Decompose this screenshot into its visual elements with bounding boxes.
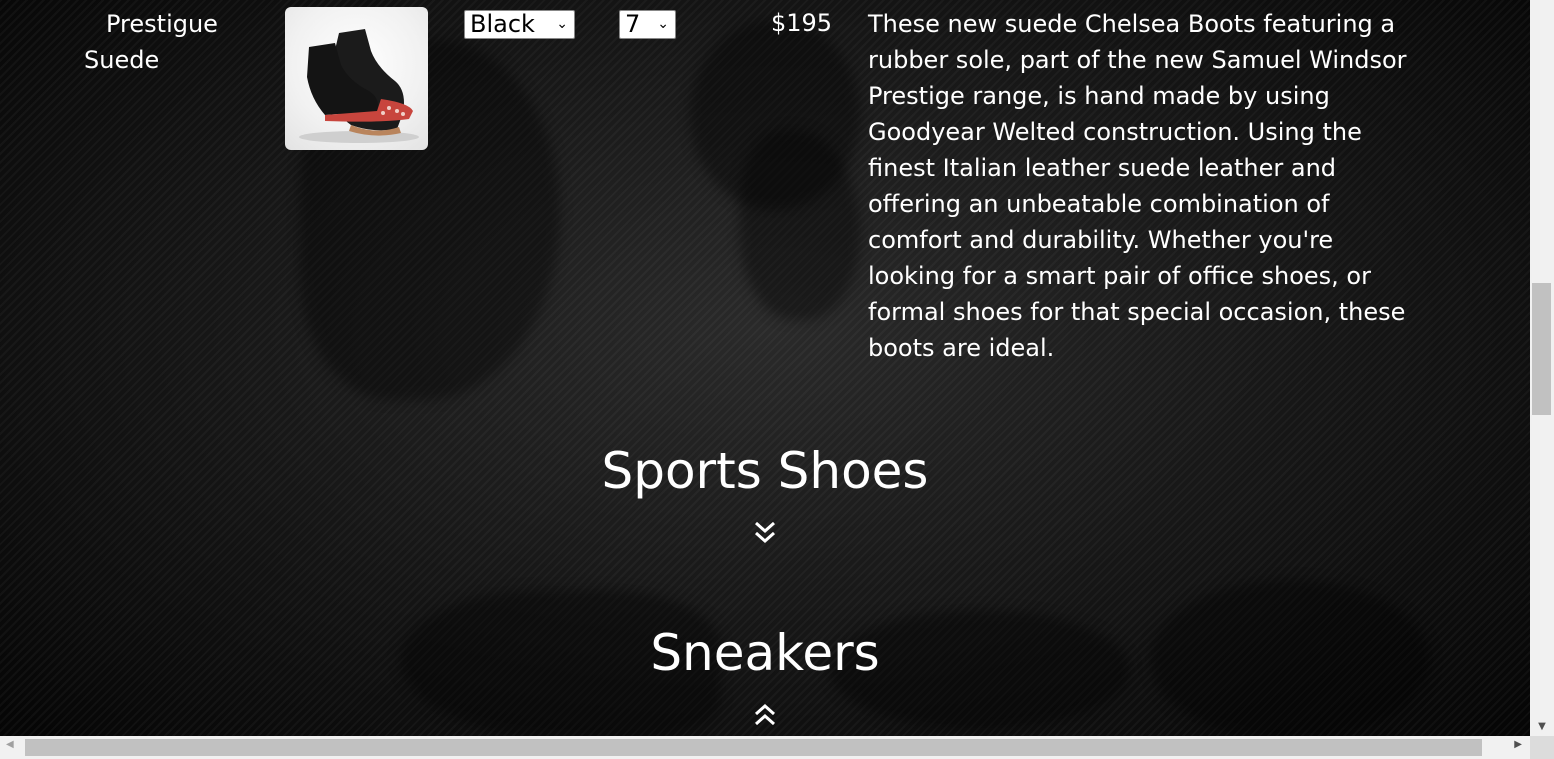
vertical-scrollbar[interactable]: ▼	[1530, 0, 1554, 736]
size-select-value: 7	[625, 10, 641, 38]
double-chevron-up-icon[interactable]	[749, 702, 781, 730]
product-price: $195	[771, 9, 833, 37]
product-description: These new suede Chelsea Boots featuring …	[868, 10, 1407, 362]
scroll-down-arrow-icon[interactable]: ▼	[1530, 721, 1554, 732]
product-image	[285, 7, 428, 150]
section-title-sports-shoes[interactable]: Sports Shoes	[0, 442, 1530, 500]
scrollbar-corner	[1530, 736, 1554, 759]
section-title-sneakers[interactable]: Sneakers	[0, 624, 1530, 682]
size-select[interactable]: 7 ⌄	[619, 10, 676, 39]
product-name-line1: Prestigue	[106, 10, 218, 38]
product-name-line2: Suede	[84, 46, 160, 74]
chevron-down-icon: ⌄	[657, 16, 669, 32]
boot-illustration	[299, 29, 419, 143]
horizontal-scrollbar-thumb[interactable]	[25, 739, 1482, 756]
color-select-value: Black	[470, 10, 535, 38]
scroll-right-arrow-icon[interactable]: ▶	[1514, 739, 1522, 750]
color-select[interactable]: Black ⌄	[464, 10, 575, 39]
product-name: Prestigue Suede	[84, 6, 264, 78]
vertical-scrollbar-thumb[interactable]	[1532, 283, 1551, 415]
chevron-down-icon: ⌄	[556, 16, 568, 32]
double-chevron-down-icon[interactable]	[749, 519, 781, 547]
horizontal-scrollbar[interactable]: ◀ ▶	[0, 736, 1530, 759]
scroll-left-arrow-icon[interactable]: ◀	[6, 739, 14, 750]
